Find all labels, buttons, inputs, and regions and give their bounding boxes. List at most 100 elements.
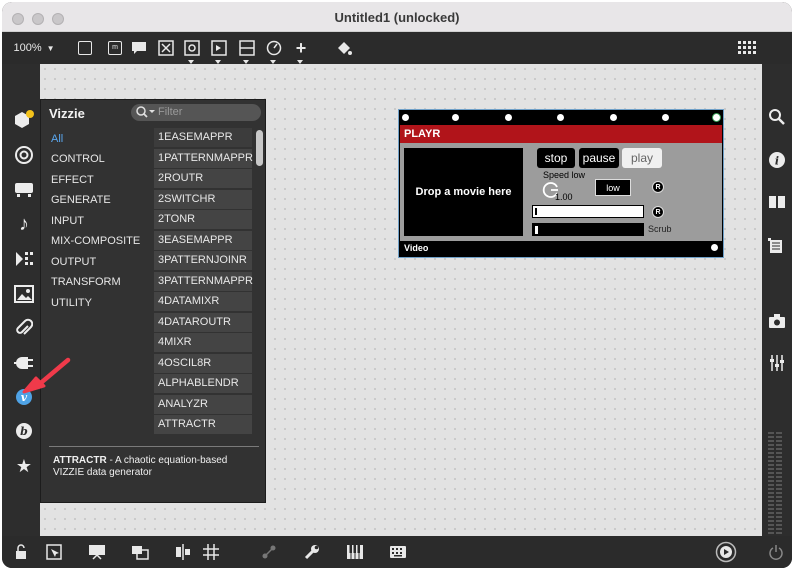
module-title: PLAYR — [400, 125, 722, 143]
paperclip-icon[interactable] — [12, 316, 36, 340]
image-icon[interactable] — [12, 282, 36, 306]
svg-text:i: i — [775, 155, 779, 168]
reset-position-button[interactable]: R — [652, 206, 664, 218]
new-button-icon[interactable] — [157, 38, 175, 58]
inlet-port[interactable] — [609, 113, 618, 122]
outlet-port[interactable] — [710, 243, 719, 252]
sequence-icon[interactable] — [12, 247, 36, 271]
new-message-icon[interactable]: m — [106, 38, 124, 58]
category-control[interactable]: CONTROL — [51, 153, 105, 165]
module-inlet-bar — [400, 111, 722, 125]
add-object-icon[interactable]: + — [292, 38, 310, 64]
play-button[interactable]: play — [622, 148, 662, 168]
scrub-slider[interactable] — [532, 223, 644, 236]
module-list-item[interactable]: 4DATAMIXR — [154, 292, 252, 311]
category-mix-composite[interactable]: MIX-COMPOSITE — [51, 235, 140, 247]
module-list-item[interactable]: 2SWITCHR — [154, 190, 252, 209]
description-module-name: ATTRACTR — [53, 455, 107, 466]
svg-text:b: b — [20, 425, 28, 438]
grid-icon[interactable] — [201, 542, 221, 562]
scrub-slider-handle[interactable] — [535, 226, 538, 234]
console-icon[interactable] — [765, 234, 789, 258]
module-list-item[interactable]: 4DATAROUTR — [154, 313, 252, 332]
module-list-item[interactable]: 1PATTERNMAPPR — [154, 149, 253, 168]
movie-drop-area[interactable]: Drop a movie here — [404, 148, 523, 236]
star-icon[interactable]: ★ — [12, 454, 36, 478]
category-utility[interactable]: UTILITY — [51, 297, 92, 309]
max-patcher-window: Untitled1 (unlocked) 100% ▼ m + ♪ v b ★ … — [2, 2, 792, 568]
panel-title: Vizzie — [49, 106, 85, 121]
media-bus-icon[interactable] — [12, 177, 36, 201]
level-meter-right — [776, 432, 782, 536]
module-list-item[interactable]: 2TONR — [154, 210, 252, 229]
chevron-down-icon: ▼ — [46, 43, 55, 53]
low-button[interactable]: low — [595, 179, 631, 196]
keyboard-icon[interactable] — [388, 542, 408, 562]
inlet-port[interactable] — [661, 113, 670, 122]
module-list-item[interactable]: 3PATTERNJOINR — [154, 251, 252, 270]
new-comment-icon[interactable] — [130, 38, 148, 58]
windows-icon[interactable] — [130, 542, 150, 562]
category-effect[interactable]: EFFECT — [51, 174, 94, 186]
inlet-port[interactable] — [401, 113, 410, 122]
level-meter-left — [768, 432, 774, 536]
new-objects-icon[interactable] — [12, 108, 36, 132]
window-title: Untitled1 (unlocked) — [334, 10, 460, 25]
mixer-icon[interactable] — [765, 351, 789, 375]
align-icon[interactable] — [173, 542, 193, 562]
playr-module[interactable]: PLAYR Drop a movie here stop pause play … — [399, 110, 723, 257]
info-icon[interactable]: i — [765, 148, 789, 172]
stop-button[interactable]: stop — [537, 148, 575, 168]
module-list-item[interactable]: 4OSCIL8R — [154, 354, 252, 373]
zoom-menu[interactable]: 100% ▼ — [13, 38, 55, 58]
grid-toggle-icon[interactable] — [736, 38, 758, 58]
inlet-port[interactable] — [712, 113, 721, 122]
reset-speed-button[interactable]: R — [652, 181, 664, 193]
inlet-port[interactable] — [504, 113, 513, 122]
module-list-item[interactable]: 2ROUTR — [154, 169, 252, 188]
presentation-mode-icon[interactable] — [44, 542, 64, 562]
module-list-item[interactable]: ANALYZR — [154, 395, 252, 414]
lock-icon[interactable] — [12, 542, 32, 562]
zoom-level: 100% — [13, 42, 42, 54]
new-slider-icon[interactable] — [210, 38, 228, 64]
video-outlet-label: Video — [400, 241, 722, 256]
bpatcher-icon[interactable]: b — [12, 419, 36, 443]
module-list-item[interactable]: 3EASEMAPPR — [154, 231, 252, 250]
presentation-icon[interactable] — [87, 542, 107, 562]
new-toggle-icon[interactable] — [183, 38, 201, 64]
module-list-item[interactable]: 1EASEMAPPR — [154, 128, 252, 147]
module-list-item[interactable]: ATTRACTR — [154, 415, 252, 434]
search-icon[interactable] — [765, 105, 789, 129]
play-audio-icon[interactable] — [714, 540, 738, 564]
paint-bucket-icon[interactable] — [334, 38, 354, 58]
category-input[interactable]: INPUT — [51, 215, 84, 227]
inlet-port[interactable] — [556, 113, 565, 122]
module-list-item[interactable]: ALPHABLENDR — [154, 374, 252, 393]
search-icon[interactable] — [135, 105, 155, 119]
music-note-icon[interactable]: ♪ — [12, 212, 36, 236]
inlet-port[interactable] — [451, 113, 460, 122]
category-transform[interactable]: TRANSFORM — [51, 276, 121, 288]
category-output[interactable]: OUTPUT — [51, 256, 96, 268]
pause-button[interactable]: pause — [579, 148, 619, 168]
position-slider-handle[interactable] — [535, 208, 537, 215]
new-number-icon[interactable] — [238, 38, 256, 64]
camera-icon[interactable] — [765, 309, 789, 333]
new-dial-icon[interactable] — [265, 38, 283, 64]
position-slider[interactable] — [532, 205, 644, 218]
reference-book-icon[interactable] — [765, 190, 789, 214]
module-list-item[interactable]: 3PATTERNMAPPR — [154, 272, 253, 291]
power-icon[interactable] — [766, 542, 786, 562]
vizzie-browser-panel: Vizzie Filter All CONTROL EFFECT GENERAT… — [40, 99, 266, 503]
category-all[interactable]: All — [51, 133, 63, 145]
module-list-scrollbar[interactable] — [256, 130, 263, 166]
new-object-box-icon[interactable] — [76, 38, 94, 58]
module-list-item[interactable]: 4MIXR — [154, 333, 252, 352]
category-generate[interactable]: GENERATE — [51, 194, 111, 206]
module-description: ATTRACTR - A chaotic equation-based VIZZ… — [53, 455, 253, 479]
target-icon[interactable] — [12, 143, 36, 167]
connect-icon[interactable] — [259, 542, 279, 562]
piano-keys-icon[interactable] — [345, 542, 365, 562]
wrench-icon[interactable] — [302, 542, 322, 562]
